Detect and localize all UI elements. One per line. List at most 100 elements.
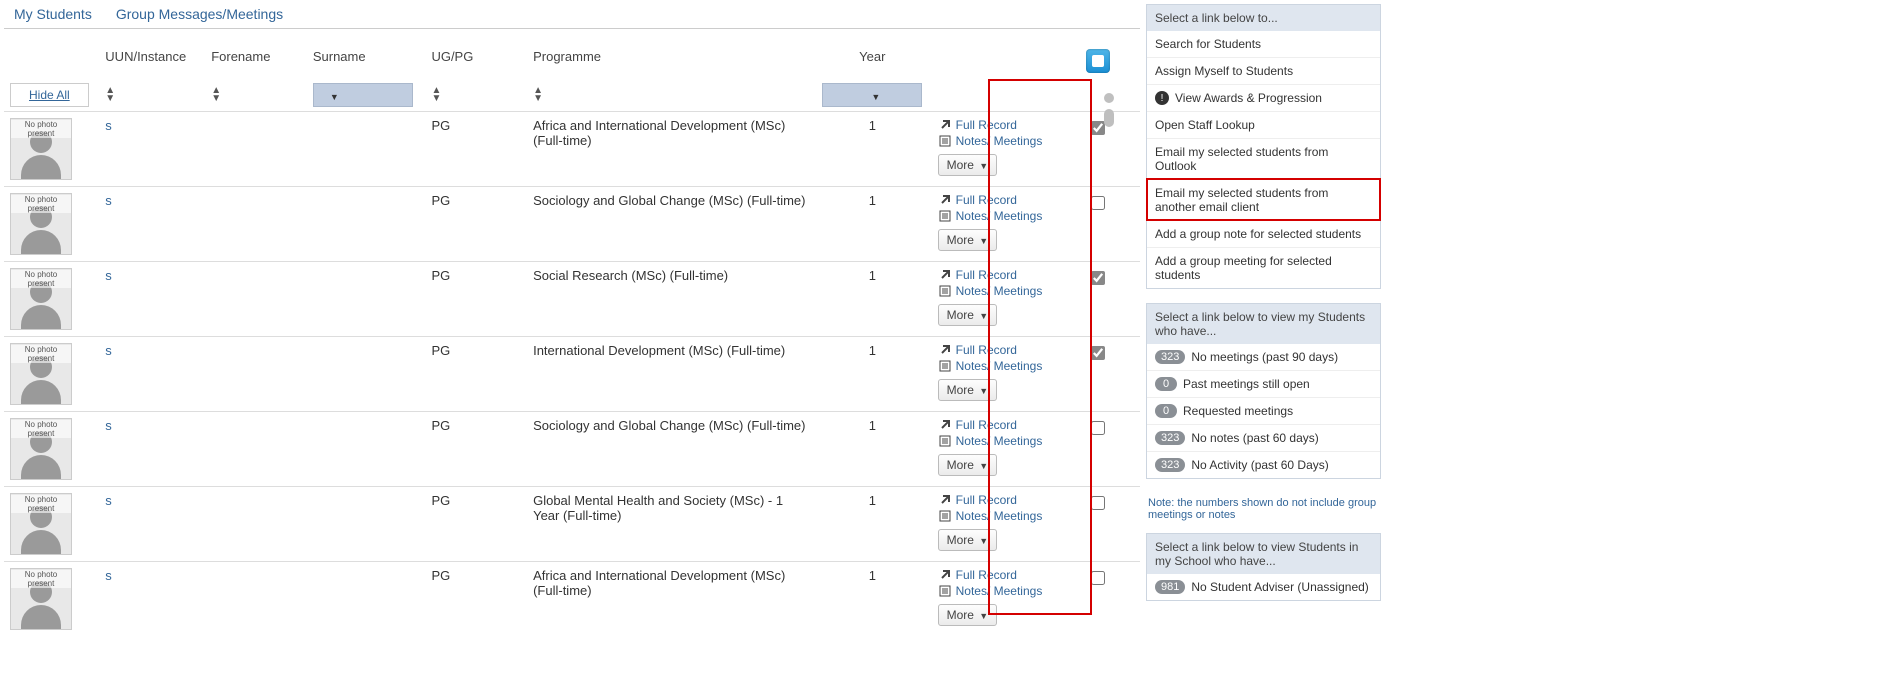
col-surname[interactable]: Surname: [307, 43, 426, 79]
more-button[interactable]: More ▼: [938, 229, 998, 251]
col-uun[interactable]: UUN/Instance: [99, 43, 205, 79]
stats-panel-item-label: No notes (past 60 days): [1191, 431, 1318, 445]
links-panel-item[interactable]: Open Staff Lookup: [1147, 111, 1380, 138]
programme-value: International Development (MSc) (Full-ti…: [527, 337, 813, 412]
count-badge: 323: [1155, 350, 1185, 364]
notes-icon: [938, 209, 952, 223]
full-record-link[interactable]: Full Record: [956, 493, 1017, 507]
stats-note: Note: the numbers shown do not include g…: [1146, 493, 1381, 521]
more-button[interactable]: More ▼: [938, 529, 998, 551]
table-row: No photo presentsPGSociology and Global …: [4, 187, 1140, 262]
select-all-checkbox[interactable]: [1086, 49, 1110, 73]
hide-all-button[interactable]: Hide All: [10, 83, 89, 107]
stats-panel-item[interactable]: 323 No Activity (past 60 Days): [1147, 451, 1380, 478]
scroll-up-icon[interactable]: [1104, 93, 1114, 103]
ugpg-value: PG: [425, 412, 527, 487]
notes-meetings-link[interactable]: Notes/ Meetings: [956, 584, 1043, 598]
notes-icon: [938, 359, 952, 373]
stats-panel-item[interactable]: 323 No meetings (past 90 days): [1147, 344, 1380, 370]
full-record-link[interactable]: Full Record: [956, 343, 1017, 357]
count-badge: 323: [1155, 458, 1185, 472]
year-value: 1: [813, 412, 932, 487]
links-panel-item-label: Assign Myself to Students: [1155, 64, 1293, 78]
stats-panel-item-label: No Activity (past 60 Days): [1191, 458, 1328, 472]
uun-link[interactable]: s: [105, 568, 112, 583]
full-record-link[interactable]: Full Record: [956, 418, 1017, 432]
notes-icon: [938, 509, 952, 523]
links-panel-item[interactable]: Add a group note for selected students: [1147, 220, 1380, 247]
student-photo: No photo present: [10, 418, 72, 480]
more-button[interactable]: More ▼: [938, 454, 998, 476]
external-link-icon: [938, 268, 952, 282]
filter-year[interactable]: ▼: [822, 83, 922, 107]
uun-link[interactable]: s: [105, 343, 112, 358]
full-record-link[interactable]: Full Record: [956, 118, 1017, 132]
table-row: No photo presentsPGGlobal Mental Health …: [4, 487, 1140, 562]
links-panel-item[interactable]: Add a group meeting for selected student…: [1147, 247, 1380, 288]
col-programme[interactable]: Programme: [527, 43, 813, 79]
full-record-link[interactable]: Full Record: [956, 268, 1017, 282]
chevron-down-icon: ▼: [979, 461, 988, 471]
sort-programme[interactable]: ▲▼: [533, 87, 543, 103]
links-panel-item[interactable]: Email my selected students from another …: [1147, 179, 1380, 220]
count-badge: 981: [1155, 580, 1185, 594]
notes-meetings-link[interactable]: Notes/ Meetings: [956, 134, 1043, 148]
uun-link[interactable]: s: [105, 268, 112, 283]
ugpg-value: PG: [425, 487, 527, 562]
uun-link[interactable]: s: [105, 193, 112, 208]
uun-link[interactable]: s: [105, 118, 112, 133]
notes-meetings-link[interactable]: Notes/ Meetings: [956, 359, 1043, 373]
stats-panel-item[interactable]: 0Past meetings still open: [1147, 370, 1380, 397]
notes-meetings-link[interactable]: Notes/ Meetings: [956, 284, 1043, 298]
external-link-icon: [938, 493, 952, 507]
links-panel-item[interactable]: Assign Myself to Students: [1147, 57, 1380, 84]
sort-uun[interactable]: ▲▼: [105, 87, 115, 103]
table-row: No photo presentsPGInternational Develop…: [4, 337, 1140, 412]
links-panel-item-label: View Awards & Progression: [1175, 91, 1322, 105]
col-forename[interactable]: Forename: [205, 43, 307, 79]
school-stats-header: Select a link below to view Students in …: [1147, 534, 1380, 574]
uun-link[interactable]: s: [105, 493, 112, 508]
tab-group-messages[interactable]: Group Messages/Meetings: [116, 6, 283, 22]
col-ugpg[interactable]: UG/PG: [425, 43, 527, 79]
student-photo: No photo present: [10, 268, 72, 330]
no-photo-label: No photo present: [11, 120, 71, 138]
vertical-scrollbar[interactable]: [1102, 93, 1116, 613]
notes-icon: [938, 584, 952, 598]
more-button[interactable]: More ▼: [938, 304, 998, 326]
scroll-thumb[interactable]: [1104, 109, 1114, 127]
notes-meetings-link[interactable]: Notes/ Meetings: [956, 209, 1043, 223]
filter-surname[interactable]: ▼: [313, 83, 413, 107]
stats-panel-item[interactable]: 323 No notes (past 60 days): [1147, 424, 1380, 451]
school-panel-item[interactable]: 981No Student Adviser (Unassigned): [1147, 574, 1380, 600]
chevron-down-icon: ▼: [979, 311, 988, 321]
programme-value: Sociology and Global Change (MSc) (Full-…: [527, 187, 813, 262]
ugpg-value: PG: [425, 112, 527, 187]
full-record-link[interactable]: Full Record: [956, 568, 1017, 582]
links-panel-header: Select a link below to...: [1147, 5, 1380, 31]
tab-my-students[interactable]: My Students: [14, 6, 92, 22]
stats-panel-item-label: Past meetings still open: [1183, 377, 1310, 391]
table-row: No photo presentsPGSocial Research (MSc)…: [4, 262, 1140, 337]
more-button[interactable]: More ▼: [938, 379, 998, 401]
school-stats-panel: Select a link below to view Students in …: [1146, 533, 1381, 601]
notes-meetings-link[interactable]: Notes/ Meetings: [956, 434, 1043, 448]
sort-forename[interactable]: ▲▼: [211, 87, 221, 103]
links-panel-item[interactable]: !View Awards & Progression: [1147, 84, 1380, 111]
uun-link[interactable]: s: [105, 418, 112, 433]
year-value: 1: [813, 187, 932, 262]
sort-ugpg[interactable]: ▲▼: [431, 87, 441, 103]
count-badge: 323: [1155, 431, 1185, 445]
notes-meetings-link[interactable]: Notes/ Meetings: [956, 509, 1043, 523]
full-record-link[interactable]: Full Record: [956, 193, 1017, 207]
more-button[interactable]: More ▼: [938, 154, 998, 176]
stats-panel-item[interactable]: 0Requested meetings: [1147, 397, 1380, 424]
notes-icon: [938, 434, 952, 448]
links-panel-item[interactable]: Email my selected students from Outlook: [1147, 138, 1380, 179]
chevron-down-icon: ▼: [979, 611, 988, 621]
no-photo-label: No photo present: [11, 495, 71, 513]
more-button[interactable]: More ▼: [938, 604, 998, 626]
col-year[interactable]: Year: [813, 43, 932, 79]
stats-panel-item-label: No meetings (past 90 days): [1191, 350, 1338, 364]
links-panel-item[interactable]: Search for Students: [1147, 31, 1380, 57]
